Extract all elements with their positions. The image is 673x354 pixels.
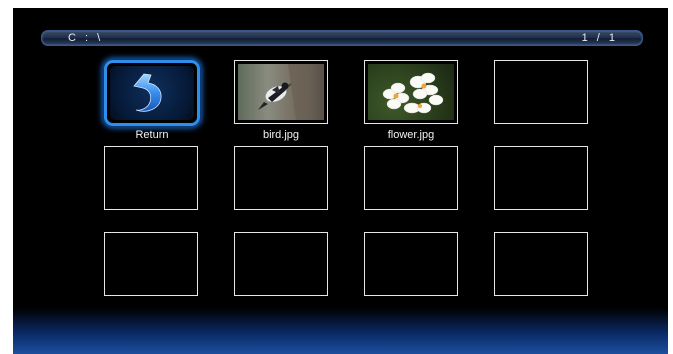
empty-tile[interactable]: [364, 232, 458, 296]
current-path: C : \: [68, 32, 104, 44]
flower-thumbnail: [368, 64, 454, 120]
return-arrow-icon: [110, 66, 194, 120]
tile-label-bird: bird.jpg: [262, 129, 300, 141]
tile-label-flower: flower.jpg: [387, 129, 435, 141]
empty-tile[interactable]: [104, 146, 198, 210]
tile-bird[interactable]: [234, 60, 328, 124]
tile-return[interactable]: [104, 60, 200, 126]
bird-thumbnail: [238, 64, 324, 120]
tile-label-return: Return: [135, 129, 169, 141]
page-indicator: 1 / 1: [581, 32, 618, 44]
empty-tile[interactable]: [494, 146, 588, 210]
empty-tile[interactable]: [494, 232, 588, 296]
empty-tile[interactable]: [234, 232, 328, 296]
path-bar: C : \ 1 / 1: [41, 30, 643, 46]
media-browser-screen: C : \ 1 / 1 Return bird.jpg flower.jpg: [13, 8, 668, 354]
tile-flower[interactable]: [364, 60, 458, 124]
bottom-glow-bar: [13, 308, 668, 354]
empty-tile[interactable]: [104, 232, 198, 296]
empty-tile[interactable]: [364, 146, 458, 210]
empty-tile[interactable]: [234, 146, 328, 210]
empty-tile[interactable]: [494, 60, 588, 124]
